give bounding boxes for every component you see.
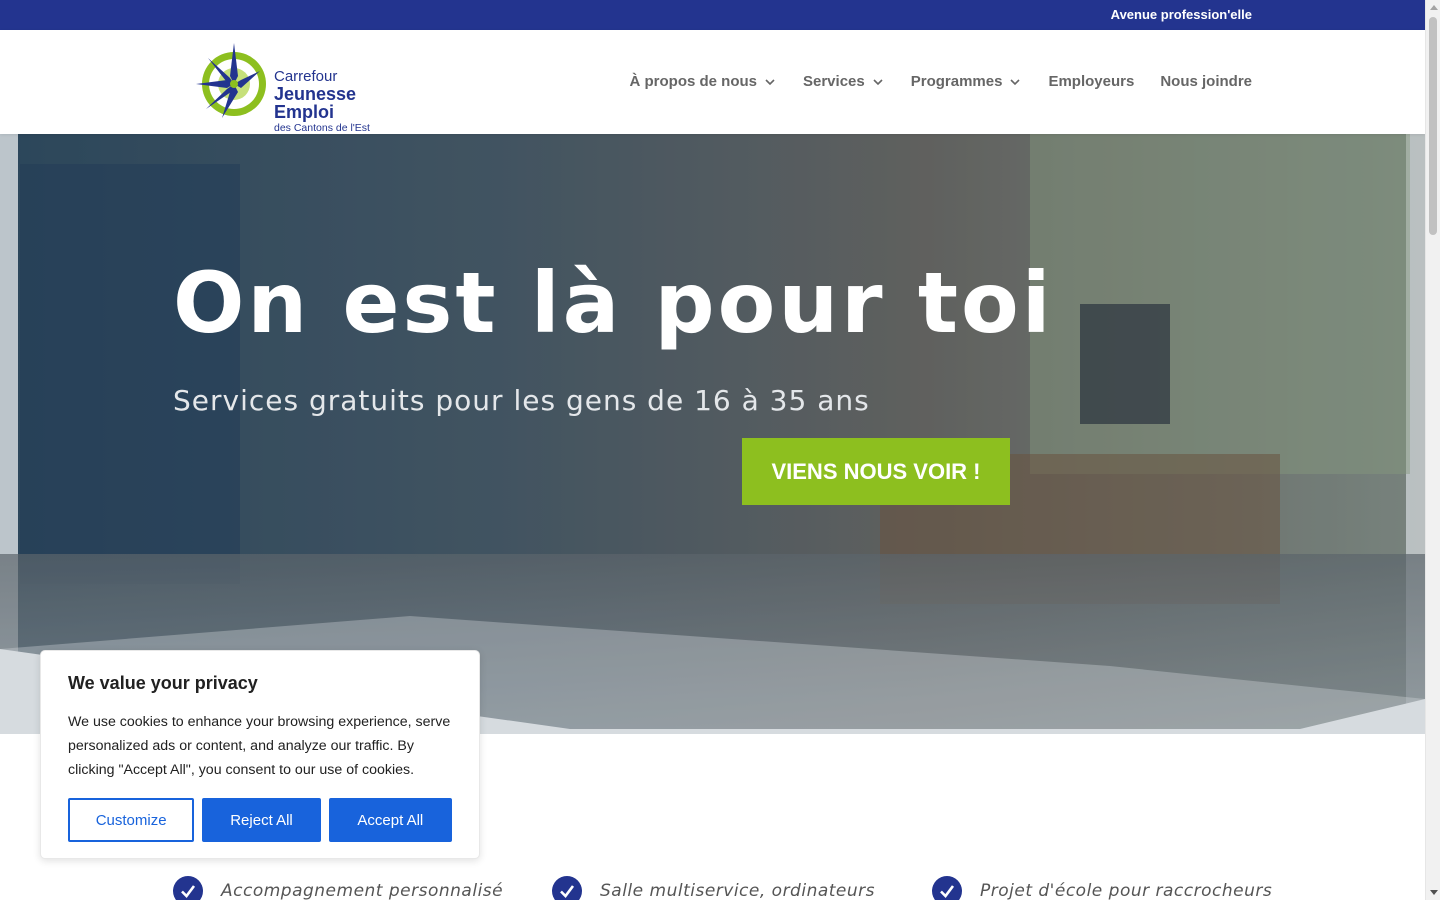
nav-item-label: Nous joindre: [1160, 73, 1252, 90]
hero-title: On est là pour toi: [173, 254, 1054, 352]
hero-background-image: [0, 134, 1425, 734]
hero-subtitle: Services gratuits pour les gens de 16 à …: [173, 384, 870, 417]
nav-item-label: Services: [803, 73, 865, 90]
logo-line-3: des Cantons de l'Est: [274, 122, 370, 134]
check-icon: [552, 876, 582, 900]
accept-all-button[interactable]: Accept All: [328, 798, 452, 842]
reject-all-button[interactable]: Reject All: [202, 798, 321, 842]
top-bar: Avenue profession'elle: [0, 0, 1425, 30]
check-icon: [173, 876, 203, 900]
nav-item-employeurs[interactable]: Employeurs: [1048, 73, 1134, 90]
feature-item: Accompagnement personnalisé: [173, 876, 503, 900]
page-scrollbar[interactable]: [1425, 0, 1440, 900]
cookie-buttons: Customize Reject All Accept All: [68, 798, 452, 842]
nav-item-programmes[interactable]: Programmes: [911, 73, 1023, 90]
logo-wordmark: Carrefour Jeunesse Emploi des Cantons de…: [274, 69, 409, 134]
feature-item: Salle multiservice, ordinateurs: [552, 876, 875, 900]
cookie-body: We use cookies to enhance your browsing …: [68, 714, 451, 778]
nav-item-label: Programmes: [910, 73, 1003, 90]
logo-line-1: Carrefour: [274, 68, 338, 85]
scroll-up-arrow-icon[interactable]: [1430, 5, 1438, 10]
feature-text: Projet d'école pour raccrocheurs: [980, 881, 1273, 900]
nav-item-services[interactable]: Services: [803, 73, 885, 90]
hero-section: On est là pour toi Services gratuits pou…: [0, 134, 1425, 734]
customize-button[interactable]: Customize: [68, 798, 195, 842]
nav-item-nous-joindre[interactable]: Nous joindre: [1160, 73, 1252, 90]
main-nav: À propos de nous Services Programmes Emp…: [630, 73, 1253, 90]
cookie-consent-banner: We value your privacy We use cookies to …: [40, 650, 480, 859]
nav-item-a-propos[interactable]: À propos de nous: [630, 73, 778, 90]
scroll-down-arrow-icon[interactable]: [1430, 890, 1438, 895]
chevron-down-icon: [1010, 78, 1021, 85]
site-logo[interactable]: Carrefour Jeunesse Emploi des Cantons de…: [194, 43, 409, 133]
avenue-professionelle-link[interactable]: Avenue profession'elle: [1111, 7, 1252, 22]
chevron-down-icon: [873, 78, 883, 85]
check-icon: [932, 876, 962, 900]
logo-line-2: Jeunesse Emploi: [274, 84, 357, 122]
chevron-down-icon: [765, 78, 775, 85]
features-row: Accompagnement personnalisé Salle multis…: [0, 876, 1425, 900]
site-header: Carrefour Jeunesse Emploi des Cantons de…: [0, 30, 1425, 134]
nav-item-label: À propos de nous: [629, 73, 758, 90]
scrollbar-thumb[interactable]: [1429, 17, 1437, 235]
feature-text: Salle multiservice, ordinateurs: [600, 881, 876, 900]
logo-star-icon: [196, 43, 266, 118]
feature-item: Projet d'école pour raccrocheurs: [932, 876, 1272, 900]
viens-nous-voir-button[interactable]: VIENS NOUS VOIR !: [742, 438, 1010, 505]
cookie-title: We value your privacy: [68, 673, 258, 693]
feature-text: Accompagnement personnalisé: [221, 881, 504, 900]
nav-item-label: Employeurs: [1048, 73, 1135, 90]
